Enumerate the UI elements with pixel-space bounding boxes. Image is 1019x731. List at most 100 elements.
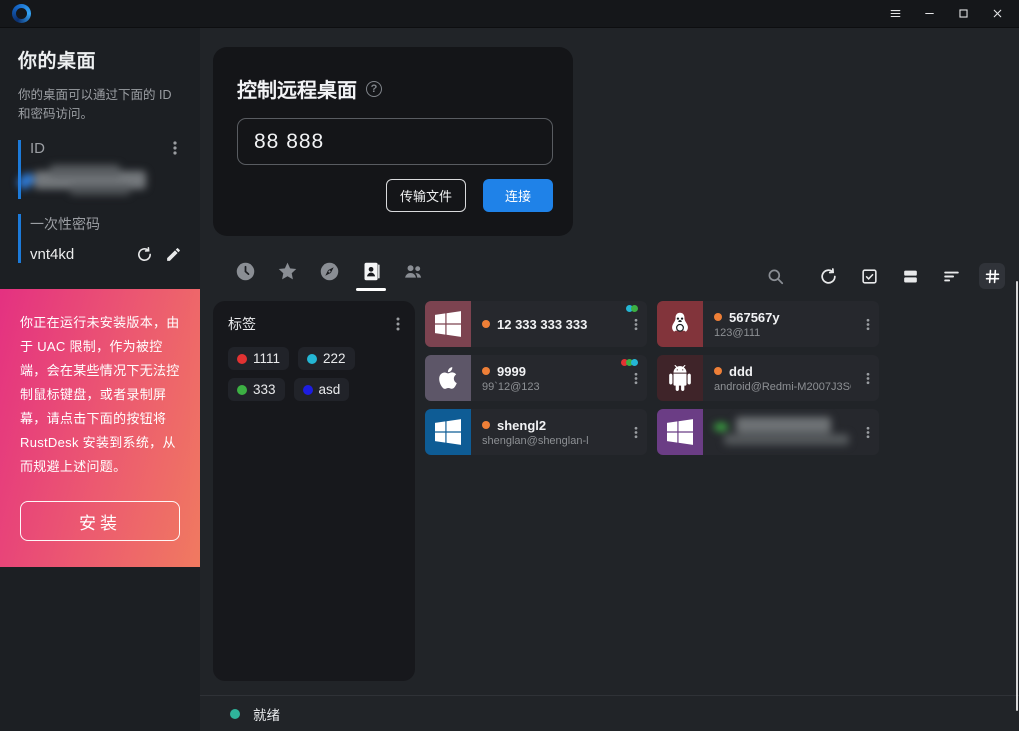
one-time-password-label: 一次性密码 [30,214,182,234]
windows-logo-icon [657,409,703,455]
connect-button[interactable]: 连接 [483,179,553,212]
peer-status-dot [714,367,722,375]
peer-name: 12 333 333 333 [497,317,587,332]
windows-logo-icon [425,409,471,455]
android-logo-icon [657,355,703,401]
refresh-icon [819,267,838,286]
edit-password-icon[interactable] [165,246,182,263]
tag-label: 333 [253,382,276,397]
question-circle-icon[interactable]: ? [366,81,382,97]
maximize-icon [957,7,970,20]
peer-menu-icon[interactable] [625,371,647,386]
tab-favorites[interactable] [275,261,299,291]
tag-label: asd [319,382,341,397]
tag-chip[interactable]: asd [294,378,350,401]
install-warning-text: 你正在运行未安装版本，由于 UAC 限制，作为被控端，会在某些情况下无法控制鼠标… [20,311,180,479]
tag-chip[interactable]: 1111 [228,347,289,370]
peer-menu-icon[interactable] [857,317,879,332]
peer-toolbar [200,259,1019,293]
address-book-icon [361,261,382,282]
minimize-button[interactable] [915,3,943,25]
tag-color-dot [307,354,317,364]
peer-card-android[interactable]: ddd android@Redmi-M2007J3SC [657,355,879,401]
connect-remote-card: 控制远程桌面 ? 传输文件 连接 [213,47,573,236]
scrollbar-thumb[interactable] [1016,281,1018,711]
refresh-button[interactable] [815,263,841,289]
connect-card-title: 控制远程桌面 [237,74,357,103]
cards-view-icon [901,267,920,286]
tab-group[interactable] [401,261,425,291]
star-icon [277,261,298,282]
tag-color-dot [631,359,638,366]
sort-lines-icon [942,267,961,286]
peer-menu-icon[interactable] [857,425,879,440]
rustdesk-logo-icon [12,4,31,23]
peer-name: ddd [729,364,753,379]
id-section: ID [18,140,182,199]
grid-hash-icon [983,267,1002,286]
search-button[interactable] [762,263,788,289]
tag-chip[interactable]: 333 [228,378,285,401]
peer-tag-dots [623,359,638,366]
tag-color-dot [237,385,247,395]
list-view-button[interactable] [938,263,964,289]
remote-id-input[interactable] [237,118,553,165]
clock-icon [235,261,256,282]
peer-card-windows[interactable]: shengl2 shenglan@shenglan-l [425,409,647,455]
status-ready-dot [230,709,240,719]
regenerate-password-icon[interactable] [136,246,153,263]
peer-username: android@Redmi-M2007J3SC [714,381,851,393]
peer-grid: 12 333 333 333 567567y 123@111 9999 99`1… [425,301,1019,455]
peer-username: 99`12@123 [482,381,619,393]
tag-chip[interactable]: 222 [298,347,355,370]
apple-logo-icon [425,355,471,401]
tag-color-dot [631,305,638,312]
peer-name: shengl2 [497,418,546,433]
tab-address-book[interactable] [359,261,383,291]
hamburger-menu-icon [889,7,902,20]
peer-status-dot [482,320,490,328]
tags-menu-icon[interactable] [391,316,405,332]
peer-card-linux[interactable]: 567567y 123@111 [657,301,879,347]
peer-username: shenglan@shenglan-l [482,435,619,447]
id-menu-icon[interactable] [168,140,182,156]
peer-status-dot [482,367,490,375]
sidebar-title: 你的桌面 [18,46,182,73]
tab-discovered[interactable] [317,261,341,291]
close-icon [991,7,1004,20]
grid-view-button[interactable] [979,263,1005,289]
peer-card-apple[interactable]: 9999 99`12@123 [425,355,647,401]
install-warning-banner: 你正在运行未安装版本，由于 UAC 限制，作为被控端，会在某些情况下无法控制鼠标… [0,289,200,567]
sidebar: 你的桌面 你的桌面可以通过下面的 ID 和密码访问。 ID [0,28,200,731]
search-icon [766,267,785,286]
tag-label: 222 [323,351,346,366]
tag-label: 1111 [253,351,280,366]
close-button[interactable] [983,3,1011,25]
peer-menu-icon[interactable] [625,425,647,440]
install-button[interactable]: 安装 [20,501,180,541]
peer-status-dot [482,421,490,429]
tab-recent-sessions[interactable] [233,261,257,291]
transfer-file-button[interactable]: 传输文件 [386,179,466,212]
windows-logo-icon [425,301,471,347]
peer-card-windows[interactable] [657,409,879,455]
peer-name: 9999 [497,364,526,379]
select-button[interactable] [856,263,882,289]
peer-name-redacted [714,417,851,447]
password-section: 一次性密码 vnt4kd [18,214,182,263]
people-icon [403,261,424,282]
peer-view-actions [762,263,1005,289]
compass-icon [319,261,340,282]
minimize-icon [923,7,936,20]
maximize-button[interactable] [949,3,977,25]
peer-tabs [233,261,425,291]
tag-color-dot [237,354,247,364]
hamburger-menu-button[interactable] [881,3,909,25]
big-tiles-view-button[interactable] [897,263,923,289]
peer-menu-icon[interactable] [625,317,647,332]
id-label: ID [30,140,45,157]
titlebar [0,0,1019,28]
peer-card-windows[interactable]: 12 333 333 333 [425,301,647,347]
tags-title: 标签 [228,314,256,334]
peer-menu-icon[interactable] [857,371,879,386]
